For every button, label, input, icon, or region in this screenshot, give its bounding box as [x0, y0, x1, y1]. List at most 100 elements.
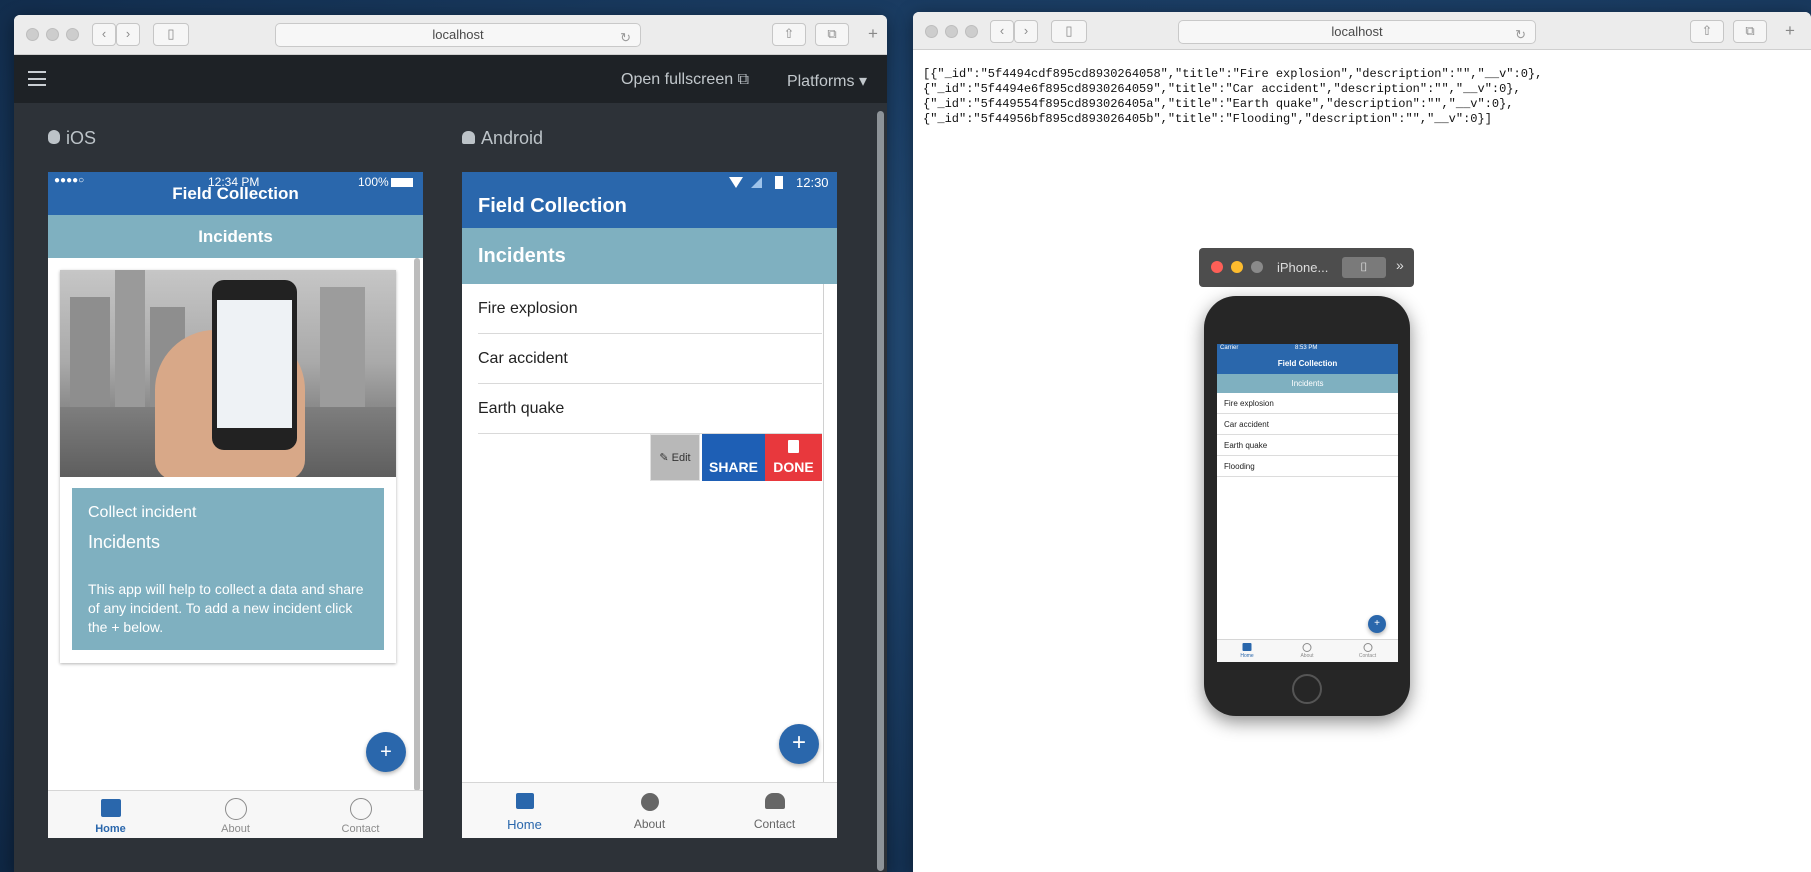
info-icon [224, 798, 247, 820]
mini-time: 8:53 PM [1295, 345, 1318, 351]
ios-tab-bar: Home About Contact [48, 790, 423, 838]
back-button[interactable]: ‹ [990, 20, 1014, 43]
tab-about[interactable]: About [173, 791, 298, 838]
reload-icon[interactable]: ↻ [1515, 24, 1526, 46]
android-page-title: Incidents [462, 228, 837, 284]
chevron-right-icon[interactable]: » [1396, 257, 1404, 273]
edit-label: Edit [671, 452, 691, 464]
share-button[interactable]: SHARE [702, 434, 765, 481]
json-line: [{"_id":"5f4494cdf895cd8930264058","titl… [923, 67, 1543, 81]
back-button[interactable]: ‹ [92, 23, 116, 46]
add-incident-button[interactable]: + [1368, 615, 1386, 633]
android-app-title: Field Collection [462, 195, 837, 228]
android-time: 12:30 [796, 175, 829, 190]
close-button[interactable] [26, 28, 39, 41]
minimize-button[interactable] [46, 28, 59, 41]
done-button[interactable]: DONE [765, 434, 822, 481]
hand-holding-phone-photo [60, 270, 396, 477]
android-list-divider [823, 284, 824, 809]
tabs-button[interactable]: ⧉ [1733, 20, 1767, 43]
tab-contact[interactable]: Contact [712, 783, 837, 838]
tab-about[interactable]: About [1277, 640, 1337, 662]
intro-info-box: Collect incident Incidents This app will… [72, 488, 384, 650]
ios-label: iOS [66, 128, 97, 148]
home-button[interactable] [1292, 674, 1322, 704]
tab-contact-label: Contact [1358, 653, 1377, 659]
battery-icon [775, 176, 783, 189]
list-item[interactable]: Earth quake [478, 384, 822, 434]
caret-down-icon: ▾ [858, 73, 867, 90]
minimize-button[interactable] [1231, 261, 1243, 273]
list-item[interactable]: Fire explosion [478, 284, 822, 334]
forward-button[interactable]: › [1014, 20, 1038, 43]
address-bar[interactable]: localhost ↻ [1178, 20, 1536, 44]
info-icon [1302, 643, 1312, 652]
json-line: {"_id":"5f44956bf895cd893026405b","title… [923, 112, 1492, 126]
sidebar-toggle-button[interactable]: ▯ [153, 23, 189, 46]
edit-button[interactable]: ✎ Edit [650, 434, 700, 481]
android-label: Android [481, 128, 544, 148]
address-text: localhost [432, 27, 484, 42]
list-item[interactable]: Flooding [1217, 456, 1398, 477]
platforms-dropdown[interactable]: Platforms ▾ [787, 71, 867, 91]
android-tab-bar: Home About Contact [462, 782, 837, 838]
tab-home-label: Home [1240, 653, 1254, 659]
zoom-button[interactable] [1251, 261, 1263, 273]
contacts-icon [764, 793, 785, 809]
trash-icon [788, 440, 799, 453]
list-item[interactable]: Fire explosion [1217, 393, 1398, 414]
json-response: [{"_id":"5f4494cdf895cd8930264058","titl… [923, 67, 1542, 127]
list-item[interactable]: Car accident [478, 334, 822, 384]
open-fullscreen-label: Open fullscreen [621, 71, 734, 88]
tab-about-label: About [633, 817, 666, 831]
share-label: SHARE [708, 459, 758, 475]
tab-home-label: Home [95, 823, 126, 835]
tab-home[interactable]: Home [48, 791, 173, 838]
add-incident-button[interactable]: + [779, 724, 819, 764]
close-button[interactable] [925, 25, 938, 38]
minimize-button[interactable] [945, 25, 958, 38]
tab-home-label: Home [507, 817, 542, 832]
tab-contact[interactable]: Contact [298, 791, 423, 838]
open-fullscreen-link[interactable]: Open fullscreen ⧉ [621, 71, 749, 89]
apple-icon [48, 130, 60, 144]
lab-scrollbar[interactable] [877, 111, 884, 871]
tab-about[interactable]: About [587, 783, 712, 838]
tab-contact-label: Contact [341, 823, 380, 835]
zoom-button[interactable] [66, 28, 79, 41]
add-incident-button[interactable]: + [366, 732, 406, 772]
done-label: DONE [773, 459, 814, 475]
tab-about-label: About [221, 823, 250, 835]
close-button[interactable] [1211, 261, 1223, 273]
ios-platform-label: iOS [48, 128, 96, 149]
menu-icon[interactable] [28, 71, 46, 86]
tab-home[interactable]: Home [462, 783, 587, 838]
ios-preview: ●●●●○ 12:34 PM 100% Field Collection Inc… [48, 172, 423, 838]
info-icon [640, 793, 659, 811]
card-label: Collect incident [88, 504, 197, 521]
mini-carrier: Carrier [1220, 345, 1239, 351]
screenshot-button[interactable]: ⌷ [1342, 257, 1386, 278]
sidebar-toggle-button[interactable]: ▯ [1051, 20, 1087, 43]
intro-card: Collect incident Incidents This app will… [60, 270, 396, 663]
tabs-button[interactable]: ⧉ [815, 23, 849, 46]
reload-icon[interactable]: ↻ [620, 27, 631, 49]
new-tab-button[interactable]: + [1779, 20, 1801, 44]
ionic-lab-area: Open fullscreen ⧉ Platforms ▾ iOS Androi… [14, 55, 887, 872]
share-button[interactable]: ⇧ [772, 23, 806, 46]
list-item[interactable]: Earth quake [1217, 435, 1398, 456]
new-tab-button[interactable]: + [862, 23, 884, 47]
lab-header: Open fullscreen ⧉ Platforms ▾ [14, 55, 887, 103]
iphone-screen: Carrier 8:53 PM Field Collection Inciden… [1217, 344, 1398, 662]
contacts-icon [1363, 643, 1372, 652]
zoom-button[interactable] [965, 25, 978, 38]
address-bar[interactable]: localhost ↻ [275, 23, 641, 47]
tab-contact[interactable]: Contact [1337, 640, 1398, 662]
ios-scrollbar[interactable] [414, 258, 420, 791]
list-item[interactable]: Car accident [1217, 414, 1398, 435]
tab-home[interactable]: Home [1217, 640, 1277, 662]
share-button[interactable]: ⇧ [1690, 20, 1724, 43]
forward-button[interactable]: › [116, 23, 140, 46]
signal-icon [751, 177, 762, 188]
platforms-label: Platforms [786, 73, 855, 90]
